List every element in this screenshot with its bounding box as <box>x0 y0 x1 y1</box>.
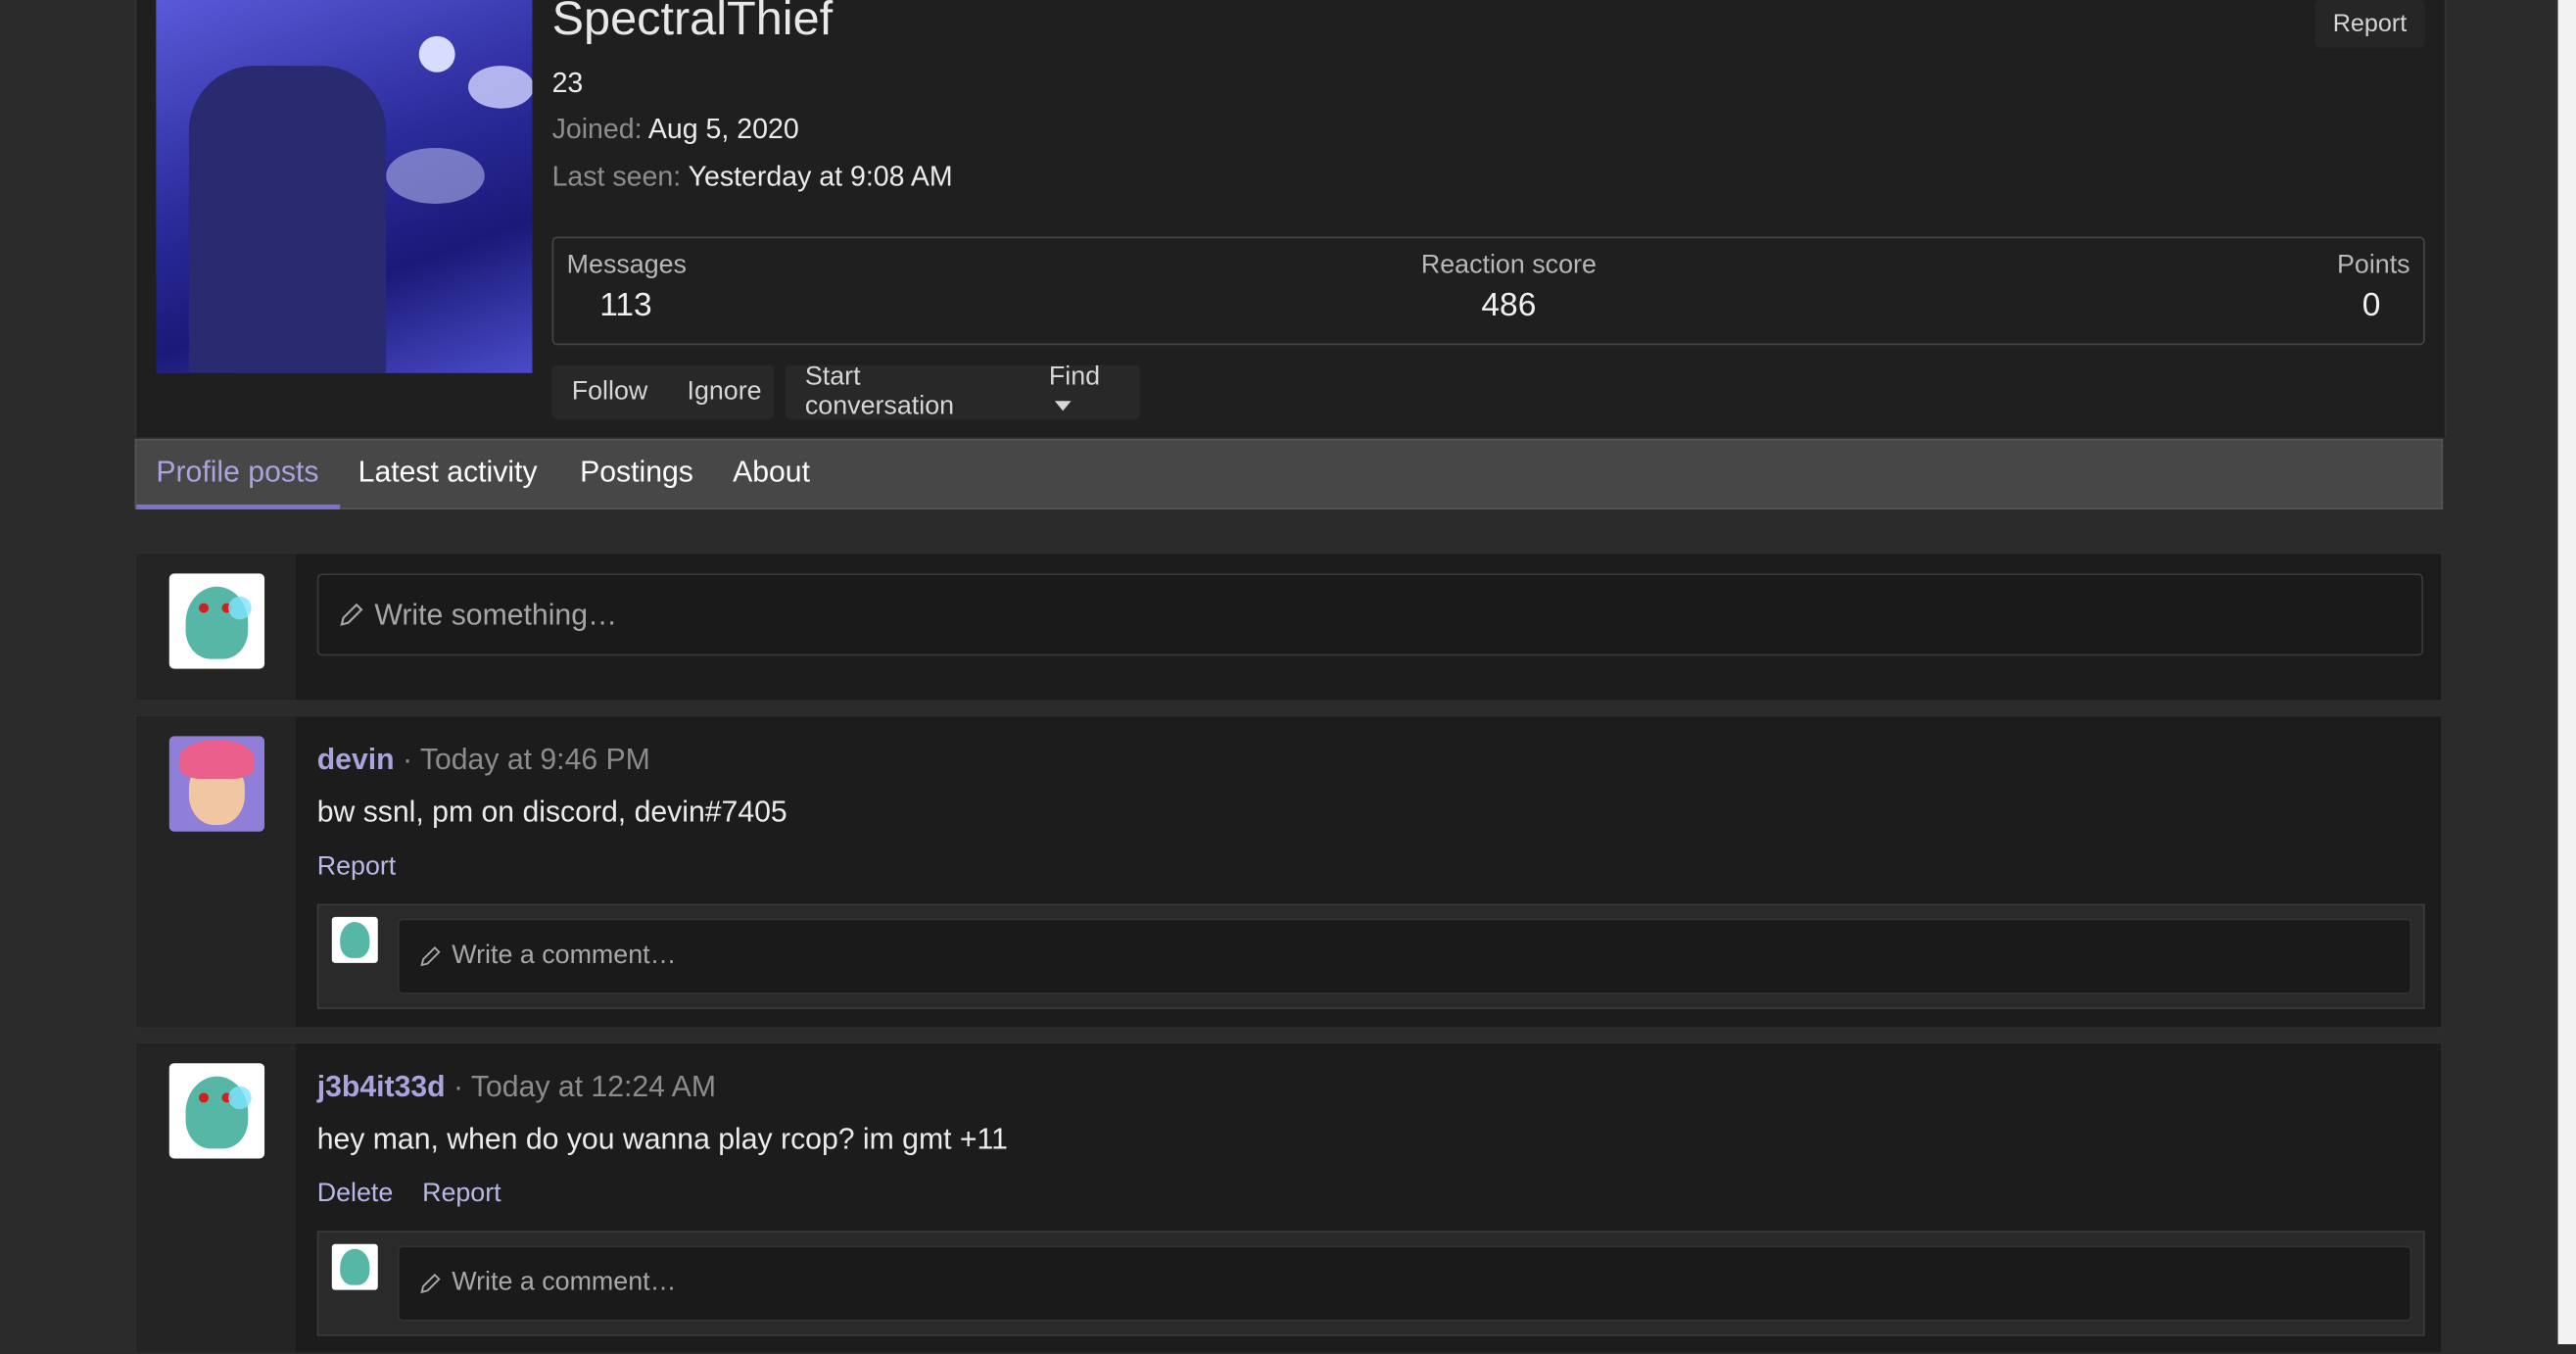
avatar-hair <box>178 739 255 780</box>
tab-postings[interactable]: Postings <box>580 456 693 490</box>
report-post-button[interactable]: Report <box>422 1180 501 1209</box>
stat-messages-label: Messages <box>566 251 687 280</box>
report-profile-button[interactable]: Report <box>2314 0 2425 48</box>
profile-post: j3b4it33d · Today at 12:24 AM hey man, w… <box>134 1041 2444 1354</box>
find-dropdown-button[interactable]: Find <box>1029 363 1140 421</box>
stat-points[interactable]: Points 0 <box>2337 252 2410 325</box>
comment-placeholder: Write a comment… <box>452 1268 677 1297</box>
tab-profile-posts[interactable]: Profile posts <box>156 456 318 490</box>
delete-post-button[interactable]: Delete <box>317 1180 394 1209</box>
post-body: hey man, when do you wanna play rcop? im… <box>316 1122 1008 1156</box>
stat-messages-value: 113 <box>599 287 652 324</box>
follow-ignore-group: Follow Ignore <box>551 364 775 419</box>
stat-reaction-score: Reaction score 486 <box>1421 252 1597 325</box>
follow-button[interactable]: Follow <box>552 377 668 407</box>
last-seen-value: Yesterday at 9:08 AM <box>688 161 953 193</box>
write-comment-input[interactable]: Write a comment… <box>397 918 2412 994</box>
post-time[interactable]: Today at 12:24 AM <box>471 1070 716 1103</box>
avatar-eye <box>198 603 210 613</box>
profile-last-seen: Last seen: Yesterday at 9:08 AM <box>552 161 953 194</box>
post-author-avatar[interactable] <box>168 1063 265 1159</box>
avatar-orb <box>228 596 252 620</box>
meta-separator: · <box>445 1069 471 1103</box>
last-seen-label: Last seen: <box>551 161 682 193</box>
avatar-art-figure <box>188 66 387 373</box>
comment-placeholder: Write a comment… <box>452 942 677 970</box>
stat-messages[interactable]: Messages 113 <box>567 252 687 325</box>
write-something-placeholder: Write something… <box>374 597 618 631</box>
comment-user-avatar[interactable] <box>331 1243 378 1290</box>
joined-label: Joined: <box>551 113 643 145</box>
meta-separator: · <box>394 743 420 776</box>
profile-age: 23 <box>551 67 584 99</box>
conversation-find-group: Start conversation Find <box>785 363 1141 421</box>
profile-tabs: Profile posts Latest activity Postings A… <box>134 438 2444 509</box>
stat-points-label: Points <box>2337 251 2410 280</box>
current-user-avatar[interactable] <box>168 573 265 669</box>
write-something-input[interactable]: Write something… <box>316 573 2424 656</box>
profile-post: devin · Today at 9:46 PM bw ssnl, pm on … <box>134 714 2444 1029</box>
post-meta: j3b4it33d · Today at 12:24 AM <box>317 1070 716 1104</box>
dragon-avatar-art <box>340 1248 370 1285</box>
tab-about[interactable]: About <box>733 456 810 490</box>
comment-box: Write a comment… <box>316 1231 2425 1336</box>
dragon-avatar-art <box>340 921 370 958</box>
profile-post-composer: Write something… <box>134 552 2444 702</box>
joined-value: Aug 5, 2020 <box>647 113 799 145</box>
avatar-eye <box>198 1092 210 1103</box>
caret-down-icon <box>1055 401 1073 411</box>
profile-username: SpectralThief <box>551 0 834 46</box>
post-author-link[interactable]: j3b4it33d <box>317 1070 446 1103</box>
write-comment-input[interactable]: Write a comment… <box>397 1245 2412 1322</box>
post-meta: devin · Today at 9:46 PM <box>317 743 650 777</box>
find-label: Find <box>1048 362 1101 391</box>
post-body: bw ssnl, pm on discord, devin#7405 <box>316 795 787 829</box>
active-tab-indicator <box>136 504 341 509</box>
comment-user-avatar[interactable] <box>331 916 378 963</box>
post-time[interactable]: Today at 9:46 PM <box>420 743 650 776</box>
comment-box: Write a comment… <box>316 903 2425 1009</box>
stat-reaction-value: 486 <box>1481 287 1537 324</box>
report-post-button[interactable]: Report <box>317 853 397 883</box>
pencil-icon <box>420 1273 441 1294</box>
pencil-icon <box>420 946 441 967</box>
stat-reaction-label: Reaction score <box>1420 251 1597 280</box>
stat-points-value: 0 <box>2361 287 2381 324</box>
post-author-link[interactable]: devin <box>317 743 395 776</box>
avatar-orb <box>228 1086 252 1110</box>
tab-latest-activity[interactable]: Latest activity <box>358 456 538 490</box>
stats-panel: Messages 113 Reaction score 486 Points 0 <box>551 236 2425 346</box>
avatar-art-cloud <box>386 147 485 204</box>
avatar-art-cloud <box>468 66 533 109</box>
window-scrollbar[interactable] <box>2557 0 2576 1345</box>
start-conversation-button[interactable]: Start conversation <box>786 363 1029 421</box>
profile-joined: Joined: Aug 5, 2020 <box>552 114 799 147</box>
post-author-avatar[interactable] <box>168 736 265 832</box>
profile-header: SpectralThief 23 Joined: Aug 5, 2020 Las… <box>134 0 2447 438</box>
ignore-button[interactable]: Ignore <box>667 377 781 407</box>
profile-avatar[interactable] <box>156 0 533 373</box>
avatar-art-moon <box>418 35 455 73</box>
pencil-icon <box>340 603 363 626</box>
